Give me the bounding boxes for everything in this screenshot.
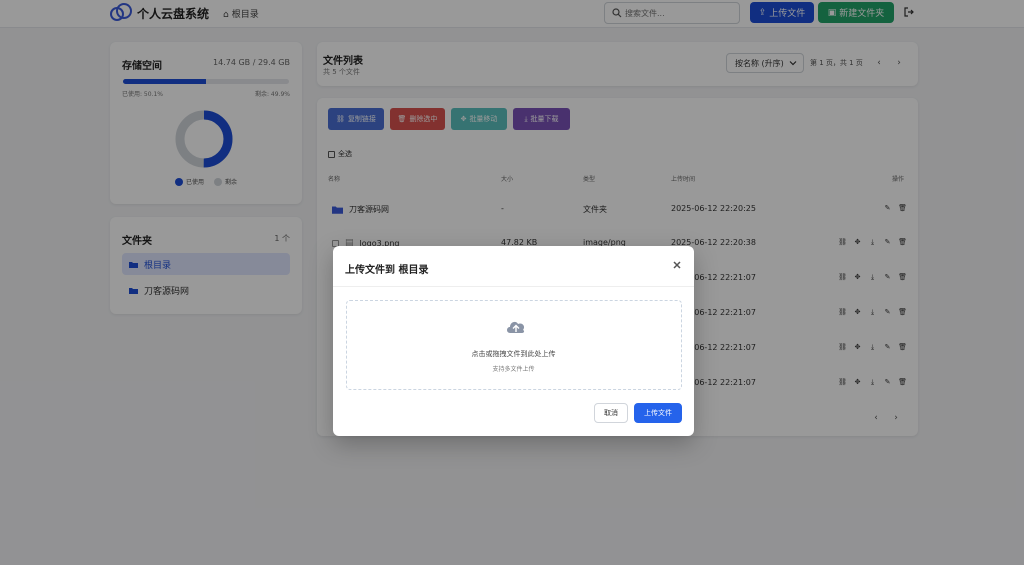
drop-hint: 点击或拖拽文件到此处上传 (471, 350, 556, 358)
upload-modal: 上传文件到 根目录 点击或拖拽文件到此处上传 支持多文件上传 取消 上传文件 (333, 246, 694, 436)
file-drop-zone[interactable]: 点击或拖拽文件到此处上传 支持多文件上传 (346, 300, 682, 390)
drop-sub-hint: 支持多文件上传 (492, 366, 535, 373)
modal-divider (333, 286, 694, 287)
confirm-upload-button[interactable]: 上传文件 (634, 403, 682, 423)
modal-title: 上传文件到 根目录 (345, 265, 429, 276)
close-icon[interactable] (672, 260, 682, 270)
cancel-button[interactable]: 取消 (594, 403, 628, 423)
cloud-upload-icon (507, 321, 525, 333)
